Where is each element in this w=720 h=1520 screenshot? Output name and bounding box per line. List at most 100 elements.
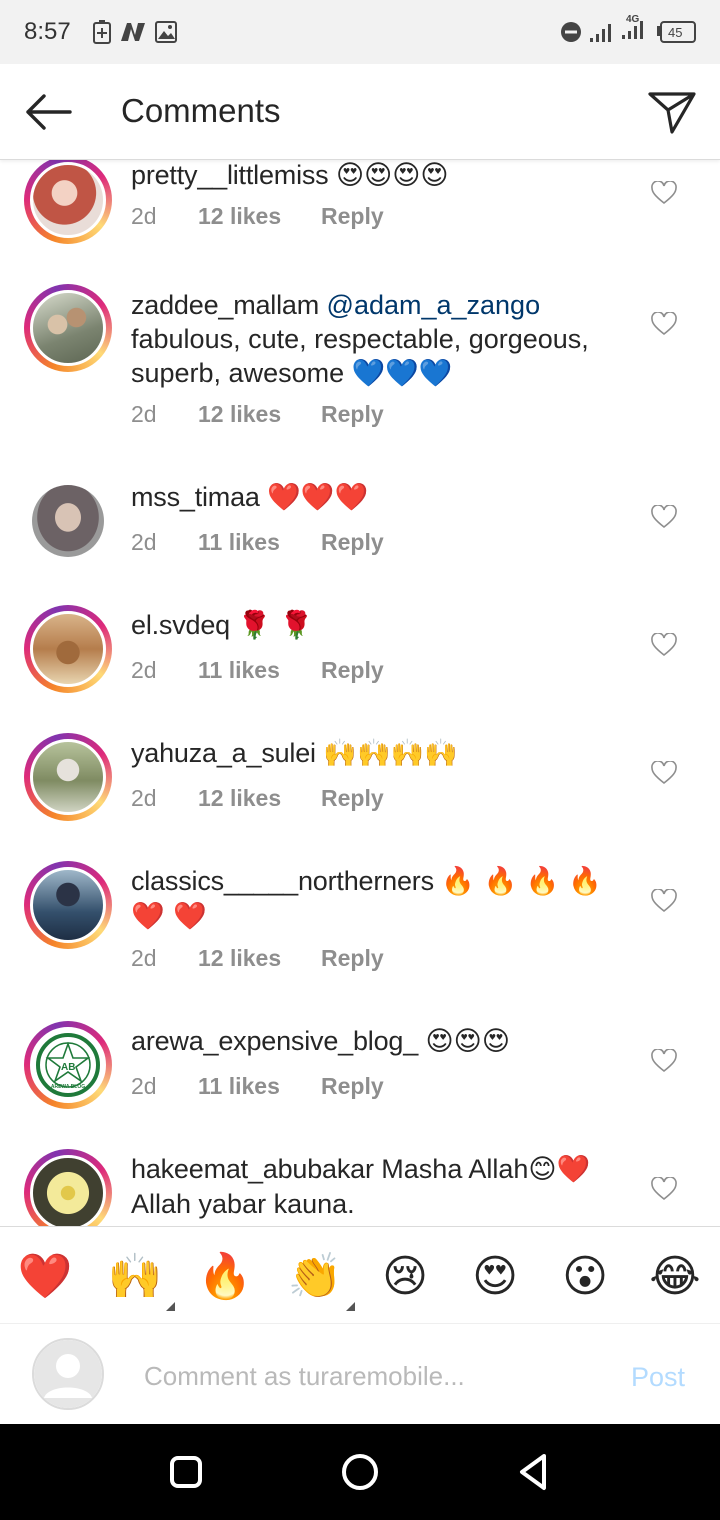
reply-button[interactable]: Reply (321, 657, 384, 684)
comment-username[interactable]: classics_____northerners (131, 866, 434, 896)
reply-button[interactable]: Reply (321, 785, 384, 812)
comment-likes[interactable]: 12 likes (198, 401, 321, 428)
status-bar: 8:57 4G 45 (0, 0, 720, 64)
avatar-photo (30, 162, 106, 238)
like-heart-icon[interactable] (651, 888, 677, 913)
battery-saver-icon (92, 18, 112, 46)
comment-likes[interactable]: 12 likes (198, 203, 321, 230)
comment-meta: 2d 11 likes Reply (131, 657, 384, 684)
recent-apps-button[interactable] (162, 1448, 210, 1496)
comment-username[interactable]: pretty__littlemiss (131, 160, 329, 190)
skin-tone-indicator-icon (166, 1302, 175, 1311)
comment-time: 2d (131, 401, 157, 427)
fire-emoji-button[interactable]: 🔥 (197, 1249, 253, 1305)
like-heart-icon[interactable] (651, 504, 677, 529)
avatar-photo (32, 485, 104, 557)
status-time: 8:57 (24, 18, 71, 45)
heart-eyes-emoji-button[interactable]: 😍 (467, 1249, 523, 1305)
do-not-disturb-icon (560, 18, 582, 46)
svg-text:45: 45 (668, 25, 682, 40)
comment-body: Masha Allah (381, 1154, 529, 1184)
comment-composer: Post (0, 1324, 720, 1424)
comment-username[interactable]: yahuza_a_sulei (131, 738, 316, 768)
crying-emoji-button[interactable]: 😢 (377, 1249, 433, 1305)
reply-button[interactable]: Reply (321, 945, 384, 972)
clap-emoji-button[interactable]: 👏 (287, 1249, 355, 1311)
comment-username[interactable]: el.svdeq (131, 610, 230, 640)
page-title: Comments (121, 92, 281, 129)
comment-emoji: 😍😍😍😍 (335, 160, 449, 191)
comment-likes[interactable]: 11 likes (198, 657, 321, 684)
app-notification-icon (118, 18, 148, 46)
comment-emoji: 😊❤️ (528, 1154, 591, 1185)
comment-time: 2d (131, 945, 157, 971)
avatar[interactable] (24, 284, 112, 372)
comment-likes[interactable]: 12 likes (198, 785, 321, 812)
network-4g-icon: 4G (620, 14, 650, 42)
like-heart-icon[interactable] (651, 311, 677, 336)
comment-likes[interactable]: 11 likes (198, 1073, 321, 1100)
comment-meta: 2d 11 likes Reply (131, 1073, 384, 1100)
image-icon (154, 18, 178, 46)
post-button[interactable]: Post (631, 1362, 685, 1393)
comment-text: zaddee_mallam @adam_a_zango fabulous, cu… (131, 288, 621, 391)
svg-text:4G: 4G (626, 14, 640, 25)
skin-tone-indicator-icon (346, 1302, 355, 1311)
direct-send-icon[interactable] (644, 86, 700, 138)
app-header: Comments (0, 64, 720, 160)
raised-hands-emoji-button[interactable]: 🙌 (107, 1249, 175, 1311)
comment-username[interactable]: zaddee_mallam (131, 290, 319, 320)
comment-mention[interactable]: @adam_a_zango (327, 290, 541, 320)
clap-emoji: 👏 (287, 1251, 343, 1302)
avatar[interactable] (24, 1149, 112, 1226)
battery-icon: 45 (656, 18, 696, 46)
reply-button[interactable]: Reply (321, 529, 384, 556)
like-heart-icon[interactable] (651, 760, 677, 785)
like-heart-icon[interactable] (651, 1048, 677, 1073)
svg-text:AB: AB (61, 1062, 75, 1073)
comment-likes[interactable]: 11 likes (198, 529, 321, 556)
surprised-emoji-button[interactable]: 😮 (557, 1249, 613, 1305)
avatar-photo (30, 1155, 106, 1226)
comment-username[interactable]: hakeemat_abubakar (131, 1154, 374, 1184)
comments-list[interactable]: pretty__littlemiss 😍😍😍😍 2d 12 likes Repl… (0, 160, 720, 1226)
reply-button[interactable]: Reply (321, 401, 384, 428)
comment-emoji: 🌹 🌹 (237, 610, 314, 641)
comment-text: pretty__littlemiss 😍😍😍😍 (131, 160, 611, 193)
comment-text: el.svdeq 🌹 🌹 (131, 608, 611, 643)
svg-text:AREWA BLOG: AREWA BLOG (51, 1084, 85, 1090)
avatar-photo (30, 739, 106, 815)
comment-meta: 2d 12 likes Reply (131, 203, 384, 230)
back-button[interactable] (510, 1448, 558, 1496)
avatar[interactable] (24, 160, 112, 244)
avatar[interactable] (24, 605, 112, 693)
like-heart-icon[interactable] (651, 632, 677, 657)
avatar-logo: AB AREWA BLOG (30, 1027, 106, 1103)
avatar[interactable] (24, 477, 112, 565)
comment-likes[interactable]: 12 likes (198, 945, 321, 972)
comment-time: 2d (131, 529, 157, 555)
heart-emoji-button[interactable]: ❤️ (17, 1249, 73, 1305)
comment-username[interactable]: mss_timaa (131, 482, 260, 512)
comment-input[interactable] (144, 1356, 604, 1396)
laughing-emoji-button[interactable]: 😂 (647, 1249, 703, 1305)
like-heart-icon[interactable] (651, 180, 677, 205)
comment-emoji: 😍😍😍 (425, 1026, 510, 1057)
comment-meta: 2d 12 likes Reply (131, 785, 384, 812)
comment-text: mss_timaa ❤️❤️❤️ (131, 480, 611, 515)
emoji-reaction-bar: ❤️ 🙌 🔥 👏 😢 😍 😮 😂 (0, 1226, 720, 1324)
back-arrow-icon[interactable] (20, 86, 76, 138)
reply-button[interactable]: Reply (321, 203, 384, 230)
comment-meta: 2d 12 likes Reply (131, 401, 384, 428)
like-heart-icon[interactable] (651, 1176, 677, 1201)
reply-button[interactable]: Reply (321, 1073, 384, 1100)
home-button[interactable] (336, 1448, 384, 1496)
avatar[interactable] (24, 861, 112, 949)
comment-text: hakeemat_abubakar Masha Allah😊❤️ Allah y… (131, 1152, 631, 1221)
avatar[interactable] (24, 733, 112, 821)
comment-username[interactable]: arewa_expensive_blog_ (131, 1026, 418, 1056)
avatar-photo (30, 611, 106, 687)
avatar[interactable]: AB AREWA BLOG (24, 1021, 112, 1109)
user-avatar-placeholder-icon (32, 1338, 104, 1410)
comment-text: arewa_expensive_blog_ 😍😍😍 (131, 1024, 611, 1059)
